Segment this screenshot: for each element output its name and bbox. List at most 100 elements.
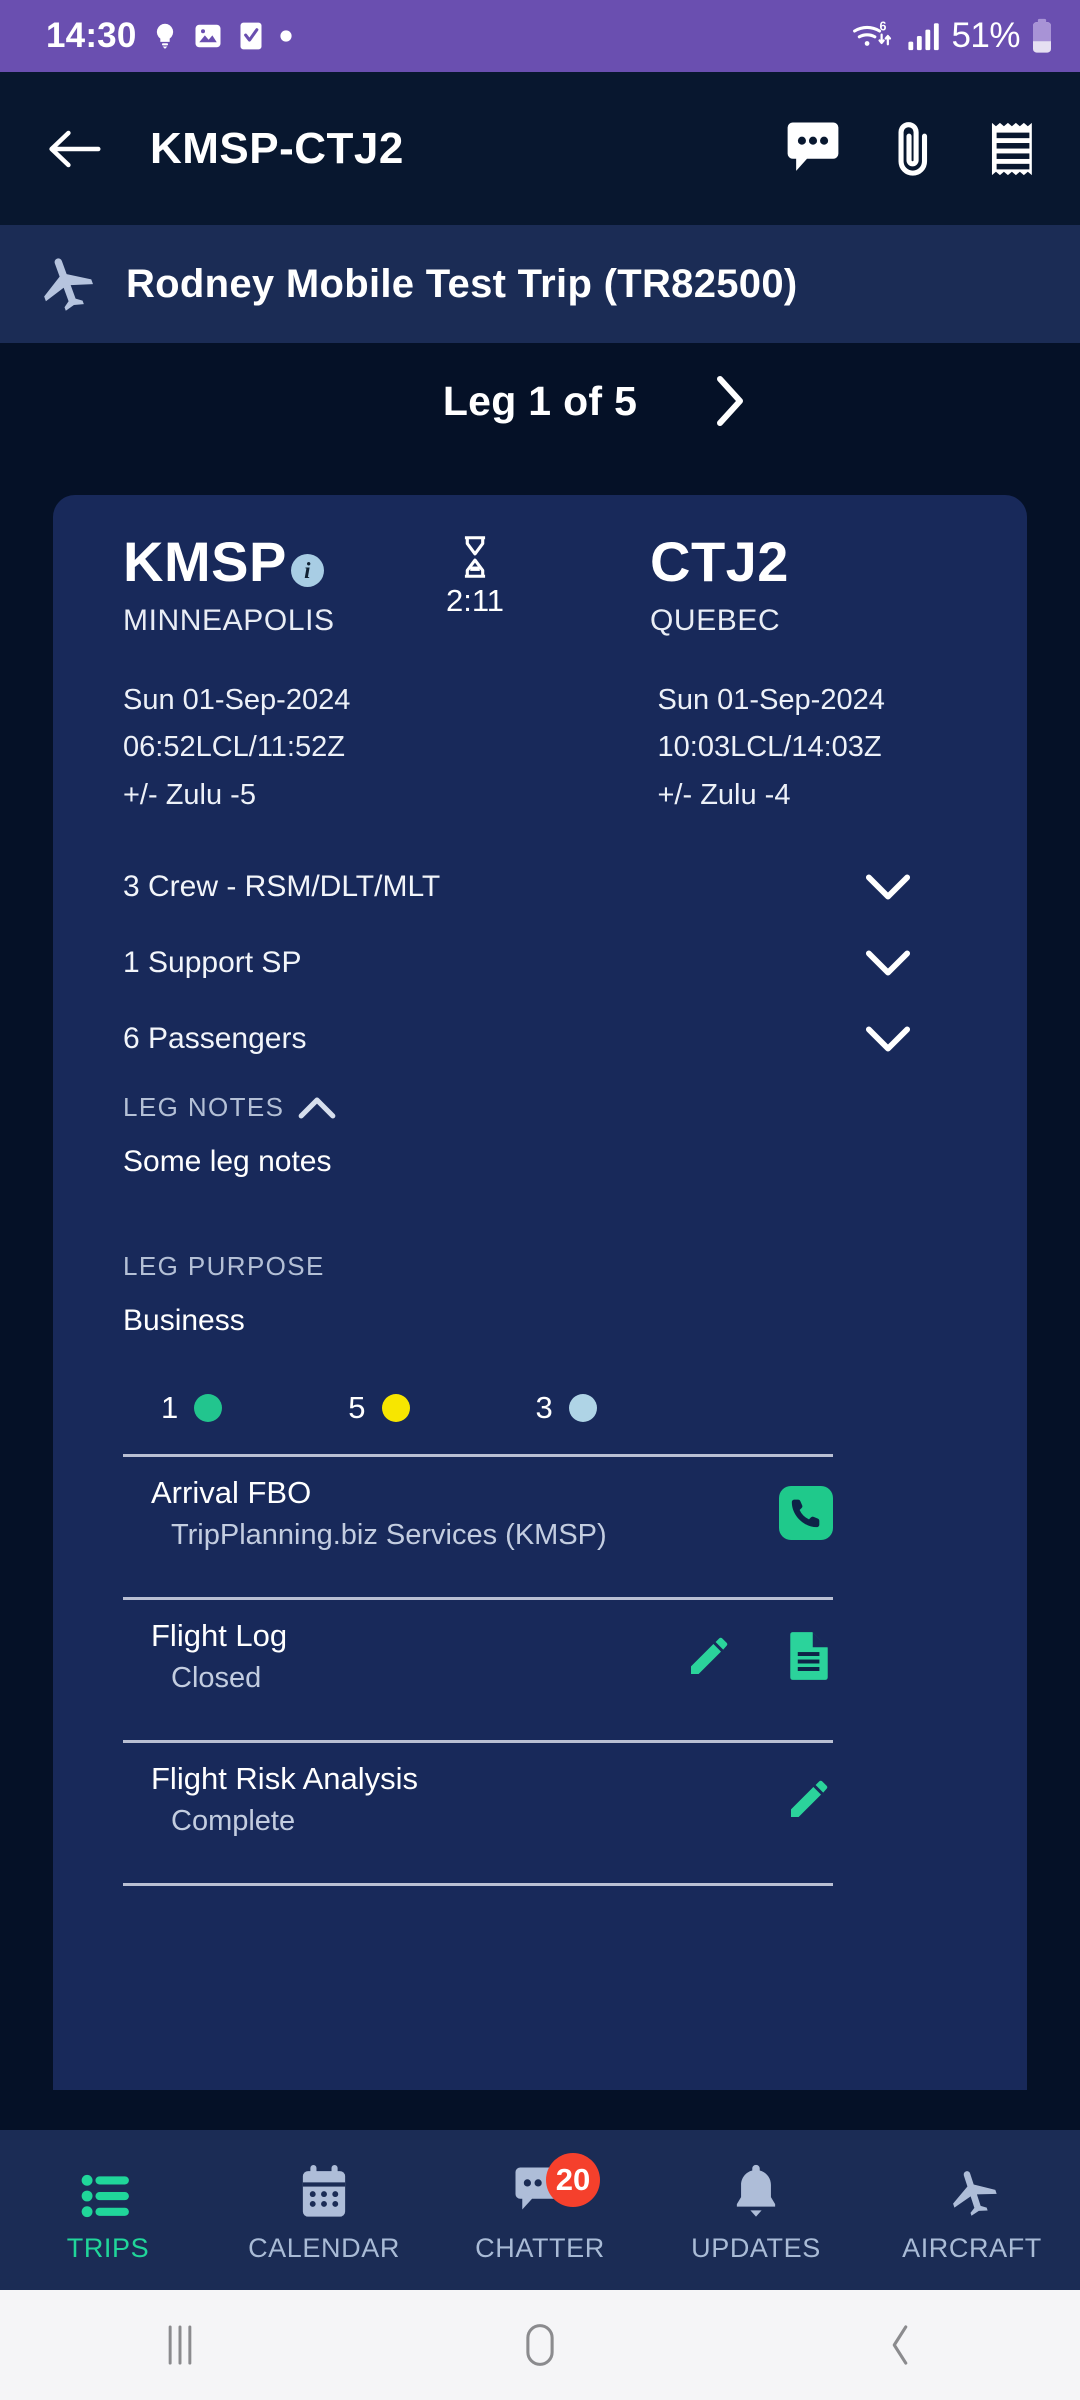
crew-row[interactable]: 3 Crew - RSM/DLT/MLT bbox=[123, 864, 957, 910]
leg-counter: Leg 1 of 5 bbox=[442, 377, 638, 424]
phone-screen: 14:30 6 51% KMSP-CTJ2 Rodney Mobile Test… bbox=[0, 0, 1080, 2400]
pencil-icon[interactable] bbox=[785, 1775, 833, 1823]
hourglass-icon bbox=[458, 535, 492, 579]
back-arrow-icon[interactable] bbox=[42, 117, 106, 181]
receipt-icon[interactable] bbox=[982, 118, 1044, 180]
route-summary: KMSP i MINNEAPOLIS 2:11 CTJ2 QUEBEC bbox=[123, 529, 957, 638]
flight-log-actions bbox=[685, 1630, 833, 1682]
arrival-fbo-title: Arrival FBO bbox=[151, 1474, 312, 1510]
leg-notes-header[interactable]: LEG NOTES bbox=[123, 1092, 957, 1123]
chatter-badge: 20 bbox=[546, 2152, 600, 2207]
info-icon[interactable]: i bbox=[290, 554, 324, 587]
leg-purpose-label: LEG PURPOSE bbox=[123, 1251, 325, 1282]
arrival-fbo-subtitle: TripPlanning.biz Services (KMSP) bbox=[171, 1518, 607, 1551]
times-summary: Sun 01-Sep-2024 06:52LCL/11:52Z +/- Zulu… bbox=[123, 684, 957, 826]
leg-detail-card: KMSP i MINNEAPOLIS 2:11 CTJ2 QUEBEC Sun … bbox=[53, 495, 1027, 2090]
checkbox-icon bbox=[237, 20, 265, 52]
chat-icon: 20 bbox=[512, 2152, 600, 2219]
status-dot-blue[interactable]: 3 bbox=[536, 1390, 597, 1426]
departure-city: MINNEAPOLIS bbox=[123, 604, 335, 637]
nav-label-aircraft: AIRCRAFT bbox=[902, 2232, 1042, 2263]
system-navigation-bar bbox=[0, 2290, 1080, 2400]
status-dots: 1 5 3 bbox=[123, 1390, 957, 1426]
departure-times: Sun 01-Sep-2024 06:52LCL/11:52Z +/- Zulu… bbox=[123, 684, 423, 826]
nav-label-calendar: CALENDAR bbox=[248, 2232, 400, 2263]
flight-risk-title: Flight Risk Analysis bbox=[151, 1760, 419, 1796]
battery-percent: 51% bbox=[951, 16, 1020, 55]
status-dot-yellow-count: 5 bbox=[348, 1390, 366, 1426]
flight-risk-text: Flight Risk Analysis Complete bbox=[123, 1761, 418, 1838]
trip-bar[interactable]: Rodney Mobile Test Trip (TR82500) bbox=[0, 225, 1080, 343]
expandable-rows: 3 Crew - RSM/DLT/MLT 1 Support SP 6 Pass… bbox=[123, 864, 957, 1062]
wifi-6-icon: 6 bbox=[851, 18, 897, 54]
status-bar-left: 14:30 bbox=[46, 16, 293, 56]
status-dot-green[interactable]: 1 bbox=[161, 1390, 223, 1426]
flight-log-title: Flight Log bbox=[151, 1617, 288, 1653]
document-icon[interactable] bbox=[785, 1630, 833, 1682]
airplane-icon bbox=[943, 2163, 1001, 2219]
nav-item-trips[interactable]: TRIPS bbox=[0, 2163, 216, 2264]
battery-icon bbox=[1030, 18, 1054, 54]
yellow-dot-icon bbox=[381, 1394, 410, 1423]
chevron-down-icon[interactable] bbox=[865, 1025, 911, 1053]
calendar-icon bbox=[298, 2163, 350, 2219]
chat-icon[interactable] bbox=[782, 118, 844, 180]
cellular-signal-icon bbox=[907, 20, 941, 52]
nav-item-chatter[interactable]: 20 CHATTER bbox=[432, 2152, 648, 2264]
home-icon[interactable] bbox=[360, 2322, 720, 2368]
leg-purpose-header: LEG PURPOSE bbox=[123, 1251, 957, 1282]
chevron-up-icon[interactable] bbox=[298, 1096, 336, 1120]
leg-navigation: Leg 1 of 5 bbox=[0, 343, 1080, 459]
nav-label-trips: TRIPS bbox=[66, 2232, 150, 2263]
bell-icon bbox=[731, 2163, 781, 2219]
arrival-times: Sun 01-Sep-2024 10:03LCL/14:03Z +/- Zulu… bbox=[658, 684, 958, 826]
nav-label-chatter: CHATTER bbox=[475, 2232, 605, 2263]
airplane-icon bbox=[34, 252, 98, 316]
app-bar-actions bbox=[782, 118, 1044, 180]
phone-icon[interactable] bbox=[779, 1486, 833, 1541]
nav-item-calendar[interactable]: CALENDAR bbox=[216, 2163, 432, 2264]
paperclip-icon[interactable] bbox=[882, 118, 944, 180]
status-dot-blue-count: 3 bbox=[535, 1390, 553, 1426]
chevron-down-icon[interactable] bbox=[865, 873, 911, 901]
departure-code-row: KMSP i bbox=[123, 529, 423, 594]
arrival-date: Sun 01-Sep-2024 bbox=[657, 684, 885, 716]
svg-text:6: 6 bbox=[880, 19, 887, 33]
dot-icon bbox=[279, 29, 293, 43]
nav-item-updates[interactable]: UPDATES bbox=[648, 2163, 864, 2264]
passengers-row[interactable]: 6 Passengers bbox=[123, 1016, 957, 1062]
flight-risk-analysis-row[interactable]: Flight Risk Analysis Complete bbox=[123, 1743, 833, 1855]
trip-title: Rodney Mobile Test Trip (TR82500) bbox=[126, 261, 798, 306]
flight-log-text: Flight Log Closed bbox=[123, 1618, 287, 1695]
back-icon[interactable] bbox=[720, 2322, 1080, 2368]
arrival-fbo-text: Arrival FBO TripPlanning.biz Services (K… bbox=[123, 1475, 607, 1552]
departure-block: KMSP i MINNEAPOLIS bbox=[123, 529, 423, 638]
support-row[interactable]: 1 Support SP bbox=[123, 940, 957, 986]
status-bar-right: 6 51% bbox=[851, 16, 1054, 56]
recents-icon[interactable] bbox=[0, 2322, 360, 2368]
status-dot-yellow[interactable]: 5 bbox=[348, 1390, 410, 1426]
blue-dot-icon bbox=[568, 1394, 597, 1423]
flight-log-subtitle: Closed bbox=[171, 1661, 262, 1694]
divider bbox=[123, 1883, 833, 1887]
departure-zulu: +/- Zulu -5 bbox=[123, 778, 256, 811]
bottom-navigation: TRIPS CALENDAR 20 CHATTER UPDATES AIRCRA… bbox=[0, 2130, 1080, 2290]
arrival-fbo-row[interactable]: Arrival FBO TripPlanning.biz Services (K… bbox=[123, 1457, 833, 1569]
nav-item-aircraft[interactable]: AIRCRAFT bbox=[864, 2163, 1080, 2264]
nav-label-updates: UPDATES bbox=[691, 2232, 821, 2263]
duration-block: 2:11 bbox=[415, 529, 535, 619]
image-icon bbox=[193, 21, 223, 51]
crew-label: 3 Crew - RSM/DLT/MLT bbox=[123, 870, 441, 904]
passengers-label: 6 Passengers bbox=[123, 1022, 307, 1056]
departure-code: KMSP bbox=[123, 530, 287, 593]
arrival-block: CTJ2 QUEBEC bbox=[650, 529, 950, 638]
status-bar: 14:30 6 51% bbox=[0, 0, 1080, 72]
chevron-down-icon[interactable] bbox=[865, 949, 911, 977]
pencil-icon[interactable] bbox=[685, 1632, 733, 1680]
leg-notes-body: Some leg notes bbox=[123, 1145, 332, 1179]
clock: 14:30 bbox=[46, 16, 137, 55]
chevron-right-icon[interactable] bbox=[700, 371, 760, 431]
support-label: 1 Support SP bbox=[123, 946, 302, 980]
flight-log-row[interactable]: Flight Log Closed bbox=[123, 1600, 833, 1712]
